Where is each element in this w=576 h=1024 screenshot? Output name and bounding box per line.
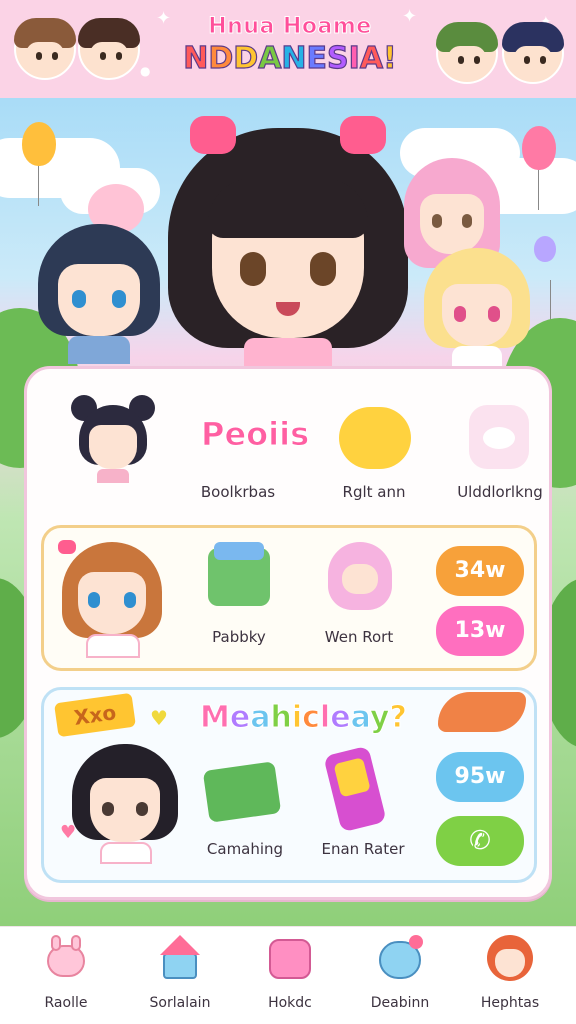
heart-icon: ♥ <box>60 822 77 843</box>
content-panel: Peoiis Boolkrbas Rglt ann Ulddlorlkng Pa… <box>24 366 552 900</box>
nav-item-hokdc[interactable]: Hokdc <box>240 935 340 1021</box>
row1-label-3[interactable]: Ulddlorlkng <box>435 483 565 501</box>
title-letter: N <box>281 40 307 76</box>
pink-cat-girl-icon[interactable] <box>328 542 392 610</box>
chibi-boy-black-hair <box>70 744 180 864</box>
bird-card-icon[interactable] <box>469 405 529 469</box>
title-letter: E <box>306 40 328 76</box>
title-letter: N <box>183 40 209 76</box>
pink-bunny-icon <box>43 935 89 981</box>
row3-label-1[interactable]: Camahing <box>180 840 310 858</box>
row1-title: Peoiis <box>200 415 310 454</box>
black-hair-girl-with-pink-bows <box>168 116 408 368</box>
nav-label: Hokdc <box>268 995 312 1011</box>
pink-bow-icon <box>340 116 386 154</box>
nav-label: Deabinn <box>370 995 430 1011</box>
nav-label: Hephtas <box>480 995 540 1011</box>
green-hair-boy-avatar[interactable] <box>436 22 498 84</box>
title-main: NDDANESIA! <box>165 40 415 76</box>
orange-fox-icon <box>438 692 526 732</box>
row1-label-2[interactable]: Rglt ann <box>309 483 439 501</box>
call-button[interactable]: ✆ <box>436 816 524 866</box>
pink-balloon-icon <box>522 126 556 210</box>
row2-label-1[interactable]: Pabbky <box>174 628 304 646</box>
blue-blob-icon <box>377 935 423 981</box>
feature-row-2: Pabbky Wen Rort 34w 13w <box>41 525 537 671</box>
feature-row-1: Peoiis Boolkrbas Rglt ann Ulddlorlkng <box>41 379 543 519</box>
title-letter: A <box>258 40 282 76</box>
pencil-tray-icon[interactable] <box>202 761 282 823</box>
phone-icon: ✆ <box>469 826 491 856</box>
dark-brown-hair-girl-avatar[interactable] <box>78 18 140 80</box>
title-letter: D <box>208 40 234 76</box>
yellow-balloon-icon <box>22 122 56 206</box>
title-letter: S <box>326 40 349 76</box>
chibi-girl-bun-hair <box>71 395 155 483</box>
title-letter: D <box>233 40 259 76</box>
chibi-girl-orange-hair <box>58 534 168 660</box>
count-badge-pink[interactable]: 13w <box>436 606 524 656</box>
title-letter: A <box>359 40 384 76</box>
phone-device-icon[interactable] <box>323 745 387 833</box>
blonde-hair-girl <box>424 248 530 368</box>
nav-item-deabinn[interactable]: Deabinn <box>350 935 450 1021</box>
pink-bow-icon <box>190 116 236 154</box>
nav-label: Raolle <box>44 995 88 1011</box>
nav-item-hephtas[interactable]: Hephtas <box>460 935 560 1021</box>
navy-hair-girl <box>38 224 160 364</box>
cake-box-icon[interactable] <box>208 542 270 606</box>
row3-title: Meahicleay? <box>200 700 408 736</box>
brown-hair-girl-avatar[interactable] <box>14 18 76 80</box>
title-top: Hnua Hoame <box>208 14 372 40</box>
app-header: ✦ ✦ ✦ ● Hnua Hoame NDDANESIA! <box>0 0 576 98</box>
navy-hair-girl-avatar[interactable] <box>502 22 564 84</box>
nav-label: Sorlalain <box>149 995 211 1011</box>
title-letter: I <box>348 40 360 76</box>
title-letter: ! <box>382 40 397 76</box>
bubble-icon: ● <box>140 64 151 78</box>
ticket-icon: Xxo <box>54 692 136 738</box>
count-badge-orange[interactable]: 34w <box>436 546 524 596</box>
bottom-navigation: Raolle Sorlalain Hokdc Deabinn Hephtas <box>0 926 576 1024</box>
nav-item-raolle[interactable]: Raolle <box>16 935 116 1021</box>
girl-face-icon <box>487 935 533 981</box>
feature-row-3: Xxo ♥ Meahicleay? ♥ Camahing Enan Rater … <box>41 687 537 883</box>
row2-label-2[interactable]: Wen Rort <box>294 628 424 646</box>
nav-item-sorlalain[interactable]: Sorlalain <box>130 935 230 1021</box>
house-icon <box>157 935 203 981</box>
row1-label-1[interactable]: Boolkrbas <box>173 483 303 501</box>
pink-cat-icon <box>267 935 313 981</box>
row3-label-2[interactable]: Enan Rater <box>298 840 428 858</box>
purple-balloon-icon <box>534 236 556 320</box>
heart-icon: ♥ <box>150 706 168 730</box>
app-title: Hnua Hoame NDDANESIA! <box>165 14 415 77</box>
count-badge-blue[interactable]: 95w <box>436 752 524 802</box>
yellow-cat-face-icon[interactable] <box>339 407 411 469</box>
